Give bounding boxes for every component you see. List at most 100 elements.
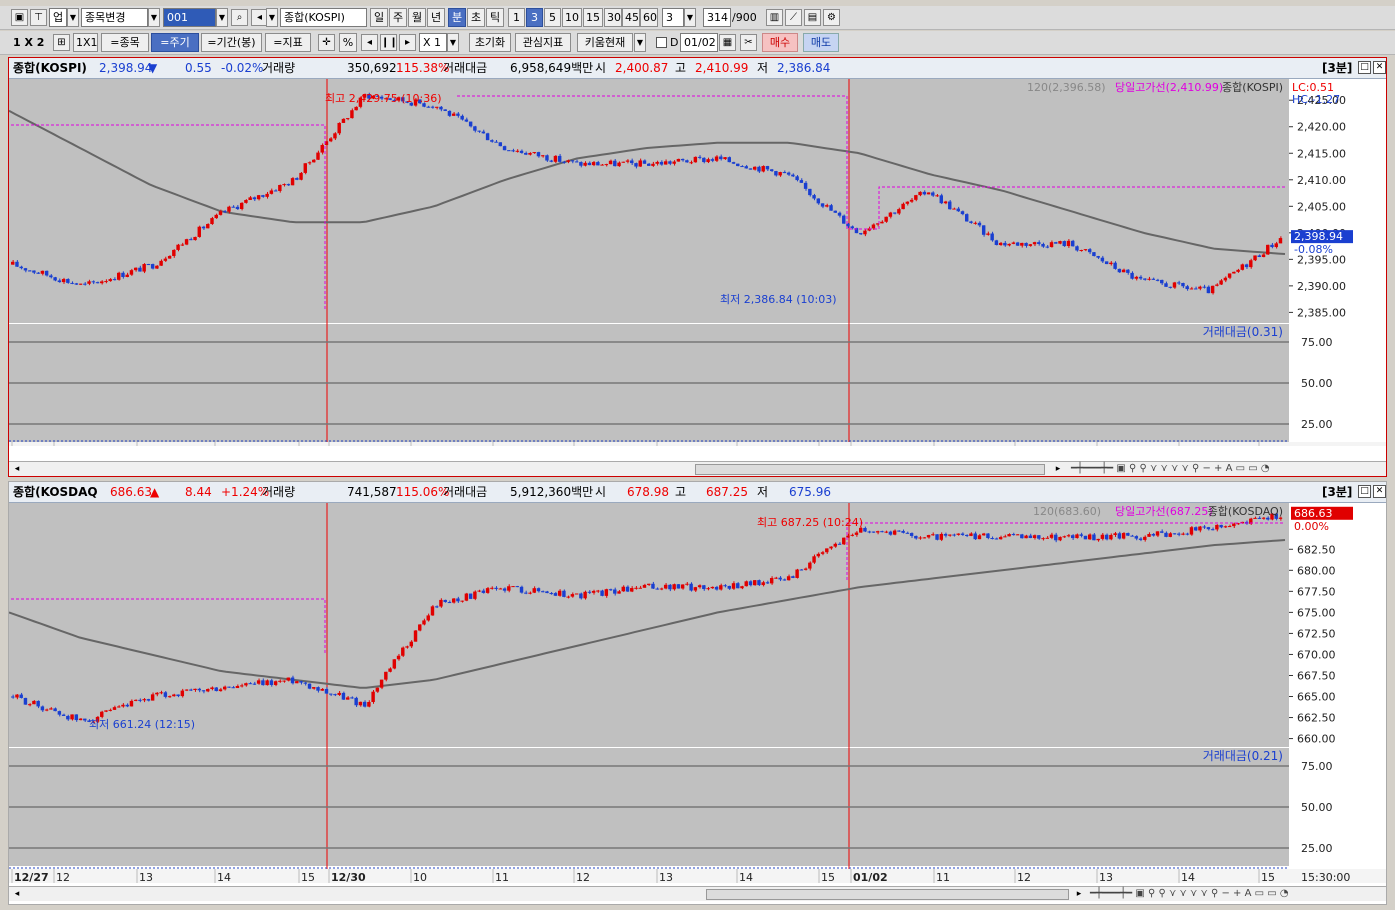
candle bbox=[892, 212, 897, 214]
candle bbox=[587, 162, 592, 166]
stock-change-select[interactable]: 종목변경 bbox=[81, 8, 148, 27]
close-icon[interactable]: ✕ bbox=[1373, 485, 1386, 498]
period-week[interactable]: 주 bbox=[389, 8, 407, 27]
minute-5[interactable]: 5 bbox=[544, 8, 561, 27]
scroll-left-icon[interactable]: ◂ bbox=[11, 888, 23, 900]
kiwoom-dropdown[interactable]: ▼ bbox=[634, 33, 646, 52]
period-day[interactable]: 일 bbox=[370, 8, 388, 27]
layout-1x1-button[interactable]: 1X1 bbox=[73, 33, 98, 52]
sync-indicator-button[interactable]: =지표 bbox=[265, 33, 311, 52]
gear-icon[interactable]: ⚙ bbox=[823, 9, 840, 26]
period-tick[interactable]: 틱 bbox=[486, 8, 504, 27]
zoom-dropdown[interactable]: ▼ bbox=[447, 33, 459, 52]
scroll-left-icon[interactable]: ◂ bbox=[11, 463, 23, 475]
sync-period-button[interactable]: =주기 bbox=[151, 33, 199, 52]
chart-tools-strip[interactable]: ━┿━━━┿━ ▣ ⚲ ⚲ ⋎ ⋎ ⋎ ⋎ ⚲ − + A ▭ ▭ ◔ bbox=[1071, 462, 1371, 476]
candle bbox=[833, 543, 837, 547]
scroll-right-icon[interactable]: ▸ bbox=[1052, 463, 1064, 475]
market-select[interactable]: 업 bbox=[49, 8, 67, 27]
candle bbox=[803, 568, 808, 570]
candle bbox=[956, 208, 960, 212]
sound-dropdown[interactable]: ▼ bbox=[266, 8, 278, 27]
kosdaq-low: 675.96 bbox=[789, 485, 831, 499]
minute-10[interactable]: 10 bbox=[562, 8, 582, 27]
period-second[interactable]: 초 bbox=[467, 8, 485, 27]
minute-60[interactable]: 60 bbox=[640, 8, 658, 27]
minute-45[interactable]: 45 bbox=[622, 8, 640, 27]
pause-icon[interactable]: ❙❙ bbox=[380, 34, 398, 51]
candle bbox=[1037, 535, 1041, 539]
candle bbox=[1032, 242, 1037, 245]
candle bbox=[40, 706, 45, 711]
stock-name-field[interactable]: 종합(KOSPI) bbox=[280, 8, 367, 27]
minute-value-dropdown[interactable]: ▼ bbox=[684, 8, 696, 27]
next-icon[interactable]: ▸ bbox=[399, 34, 416, 51]
scroll-thumb[interactable] bbox=[706, 889, 1069, 900]
candle-icon[interactable]: ▥ bbox=[766, 9, 783, 26]
kospi-chart[interactable]: 2,425.002,420.002,415.002,410.002,405.00… bbox=[9, 79, 1386, 446]
candle bbox=[685, 583, 689, 585]
save-icon[interactable]: ▤ bbox=[804, 9, 821, 26]
zoom-select[interactable]: X 1 bbox=[419, 33, 447, 52]
buy-button[interactable]: 매수 bbox=[762, 33, 798, 52]
period-minute[interactable]: 분 bbox=[448, 8, 466, 27]
crosshair-icon[interactable]: ✛ bbox=[318, 34, 335, 51]
minute-value-input[interactable]: 3 bbox=[662, 8, 684, 27]
code-input[interactable]: 001 bbox=[163, 8, 216, 27]
candle bbox=[95, 282, 100, 284]
minute-15[interactable]: 15 bbox=[583, 8, 603, 27]
time-label: 13 bbox=[1099, 871, 1113, 883]
scroll-right-icon[interactable]: ▸ bbox=[1073, 888, 1085, 900]
pin-icon[interactable]: ⊤ bbox=[30, 9, 47, 26]
period-month[interactable]: 월 bbox=[408, 8, 426, 27]
watch-indicator-button[interactable]: 관심지표 bbox=[515, 33, 571, 52]
grid-icon[interactable]: ⊞ bbox=[53, 34, 70, 51]
layout-label[interactable]: 1 X 2 bbox=[13, 33, 44, 52]
candle bbox=[998, 242, 1003, 245]
scroll-thumb[interactable] bbox=[695, 464, 1045, 475]
candle bbox=[299, 681, 303, 683]
candle bbox=[1193, 288, 1198, 290]
sync-stock-button[interactable]: =종목 bbox=[101, 33, 149, 52]
percent-button[interactable]: % bbox=[339, 33, 357, 52]
stock-change-dropdown[interactable]: ▼ bbox=[148, 8, 160, 27]
window-icon[interactable]: ▣ bbox=[11, 9, 28, 26]
sync-range-button[interactable]: =기간(봉) bbox=[201, 33, 262, 52]
candle bbox=[159, 692, 163, 694]
search-icon[interactable]: ⌕ bbox=[231, 9, 248, 26]
code-dropdown[interactable]: ▼ bbox=[216, 8, 228, 27]
sell-button[interactable]: 매도 bbox=[803, 33, 839, 52]
minute-3[interactable]: 3 bbox=[526, 8, 543, 27]
minute-30[interactable]: 30 bbox=[604, 8, 622, 27]
calendar-icon[interactable]: ▦ bbox=[719, 34, 736, 51]
minute-1[interactable]: 1 bbox=[508, 8, 525, 27]
candle bbox=[138, 267, 142, 272]
candle bbox=[655, 161, 659, 164]
reset-button[interactable]: 초기화 bbox=[469, 33, 511, 52]
candle bbox=[172, 694, 176, 697]
market-dropdown[interactable]: ▼ bbox=[67, 8, 79, 27]
line-chart-icon[interactable]: ⟋ bbox=[785, 9, 802, 26]
maximize-icon[interactable]: □ bbox=[1358, 61, 1371, 74]
candle bbox=[189, 239, 193, 241]
chart-tools-strip[interactable]: ━┿━━━┿━ ▣ ⚲ ⚲ ⋎ ⋎ ⋎ ⋎ ⚲ − + A ▭ ▭ ◔ bbox=[1090, 887, 1380, 901]
candle bbox=[1024, 535, 1028, 539]
price-tick-label: 667.50 bbox=[1297, 669, 1336, 682]
date-input[interactable]: 01/02 bbox=[680, 33, 718, 52]
bar-count-input[interactable]: 314 bbox=[703, 8, 731, 27]
candle bbox=[74, 714, 79, 721]
maximize-icon[interactable]: □ bbox=[1358, 485, 1371, 498]
candle bbox=[1185, 533, 1189, 535]
kosdaq-scrollbar[interactable]: ◂ ▸ ━┿━━━┿━ ▣ ⚲ ⚲ ⋎ ⋎ ⋎ ⋎ ⚲ − + A ▭ ▭ ◔ bbox=[9, 886, 1386, 901]
candle bbox=[121, 272, 125, 277]
candle bbox=[981, 533, 986, 536]
kosdaq-chart[interactable]: 682.50 680.00 677.50 675.00 672.50 670.00 667.… bbox=[9, 503, 1386, 883]
period-year[interactable]: 년 bbox=[427, 8, 445, 27]
kiwoom-current-select[interactable]: 키움현재 bbox=[577, 33, 633, 52]
close-icon[interactable]: ✕ bbox=[1373, 61, 1386, 74]
prev-icon[interactable]: ◂ bbox=[361, 34, 378, 51]
candle bbox=[990, 538, 994, 540]
kospi-scrollbar[interactable]: ◂ ▸ ━┿━━━┿━ ▣ ⚲ ⚲ ⋎ ⋎ ⋎ ⋎ ⚲ − + A ▭ ▭ ◔ bbox=[9, 461, 1386, 476]
d-checkbox[interactable] bbox=[656, 37, 667, 48]
scissors-icon[interactable]: ✂ bbox=[740, 34, 757, 51]
